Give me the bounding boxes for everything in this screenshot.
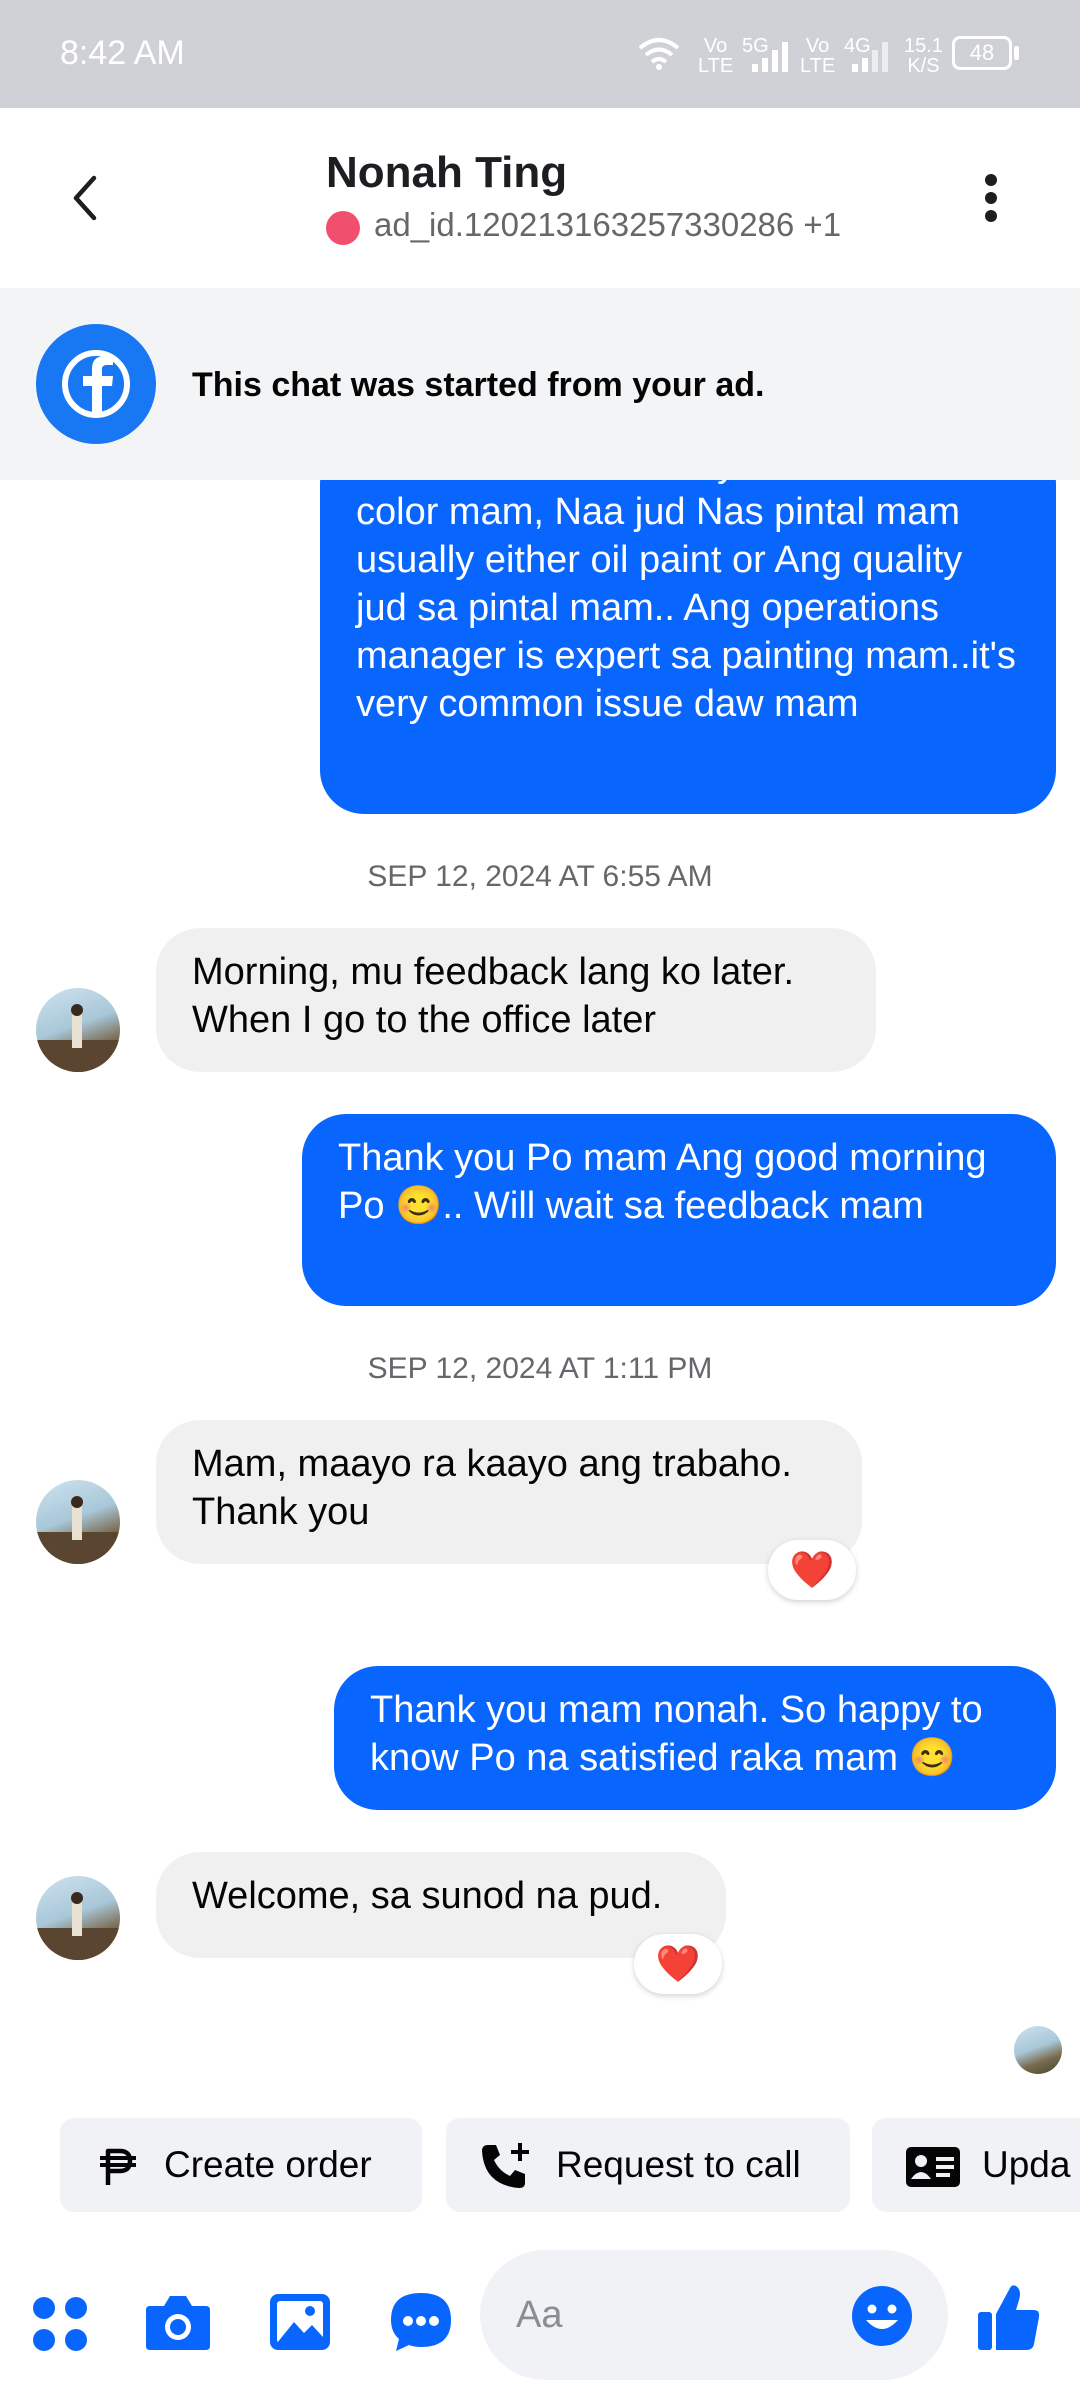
more-vertical-icon[interactable]	[974, 170, 1008, 226]
like-icon[interactable]	[976, 2282, 1042, 2354]
message-text: Welcome, sa sunod na pud.	[192, 1875, 663, 1917]
heart-reaction-icon[interactable]: ❤️	[634, 1934, 722, 1994]
update-contact-button[interactable]: Upda	[872, 2118, 1080, 2212]
seen-avatar	[1014, 2026, 1062, 2074]
ad-id-label[interactable]: ad_id.120213163257330286 +1	[374, 206, 841, 244]
peso-icon	[100, 2148, 136, 2186]
contact-name[interactable]: Nonah Ting	[326, 148, 567, 198]
network1-label: Vo LTE	[698, 36, 733, 76]
net-speed: 15.1 K/S	[904, 36, 943, 76]
message-bubble-incoming[interactable]: Mam, maayo ra kaayo ang trabaho. Thank y…	[156, 1420, 862, 1564]
battery-icon: 48	[952, 36, 1012, 70]
network2-bottom: LTE	[800, 55, 836, 77]
create-order-label: Create order	[164, 2144, 372, 2185]
avatar[interactable]	[36, 1480, 120, 1564]
create-order-button[interactable]: Create order	[60, 2118, 422, 2212]
avatar[interactable]	[36, 988, 120, 1072]
network2-label: Vo LTE	[800, 36, 835, 76]
network1-top: Vo	[703, 35, 728, 57]
message-text: Morning, mu feedback lang ko later. When…	[192, 951, 795, 1041]
request-to-call-label: Request to call	[556, 2144, 801, 2185]
battery-tip	[1014, 46, 1019, 60]
message-text: mao na mo discolor sya na brownish color…	[356, 480, 1016, 725]
gallery-icon[interactable]	[268, 2290, 332, 2354]
apps-icon[interactable]	[30, 2294, 90, 2354]
net-speed-value: 15.1	[904, 35, 943, 57]
net-speed-unit: K/S	[907, 55, 940, 77]
message-text: Thank you mam nonah. So happy to know Po…	[370, 1689, 983, 1779]
message-bubble-incoming[interactable]: Welcome, sa sunod na pud.	[156, 1852, 726, 1958]
chat-bubble-icon[interactable]	[388, 2290, 454, 2354]
heart-reaction-icon[interactable]: ❤️	[768, 1540, 856, 1600]
message-bubble-outgoing[interactable]: mao na mo discolor sya na brownish color…	[320, 480, 1056, 814]
message-text: Thank you Po mam Ang good morning Po 😊..…	[338, 1137, 987, 1227]
chat-header	[0, 108, 1080, 288]
message-text: Mam, maayo ra kaayo ang trabaho. Thank y…	[192, 1443, 792, 1533]
phone-add-icon	[482, 2143, 529, 2189]
update-label: Upda	[982, 2144, 1071, 2185]
camera-icon[interactable]	[144, 2292, 212, 2354]
wifi-icon	[638, 38, 680, 70]
message-list[interactable]: mao na mo discolor sya na brownish color…	[0, 480, 1080, 2100]
chevron-left-icon[interactable]	[66, 172, 106, 224]
message-timestamp: SEP 12, 2024 AT 1:11 PM	[367, 1352, 713, 1385]
contact-card-icon	[906, 2147, 960, 2188]
message-bubble-outgoing[interactable]: Thank you Po mam Ang good morning Po 😊..…	[302, 1114, 1056, 1306]
avatar[interactable]	[36, 1876, 120, 1960]
message-timestamp: SEP 12, 2024 AT 6:55 AM	[367, 860, 713, 893]
network2-top: Vo	[805, 35, 830, 57]
signal-icon	[852, 42, 888, 72]
message-bubble-incoming[interactable]: Morning, mu feedback lang ko later. When…	[156, 928, 876, 1072]
message-bubble-outgoing[interactable]: Thank you mam nonah. So happy to know Po…	[334, 1666, 1056, 1810]
signal-icon	[752, 42, 788, 72]
request-to-call-button[interactable]: Request to call	[446, 2118, 850, 2212]
status-time: 8:42 AM	[60, 34, 185, 72]
network1-bottom: LTE	[698, 55, 734, 77]
emoji-icon[interactable]	[850, 2284, 914, 2348]
facebook-icon	[36, 324, 156, 444]
ad-banner-text: This chat was started from your ad.	[192, 366, 765, 404]
status-dot	[326, 211, 360, 245]
message-input-placeholder: Aa	[516, 2294, 563, 2336]
